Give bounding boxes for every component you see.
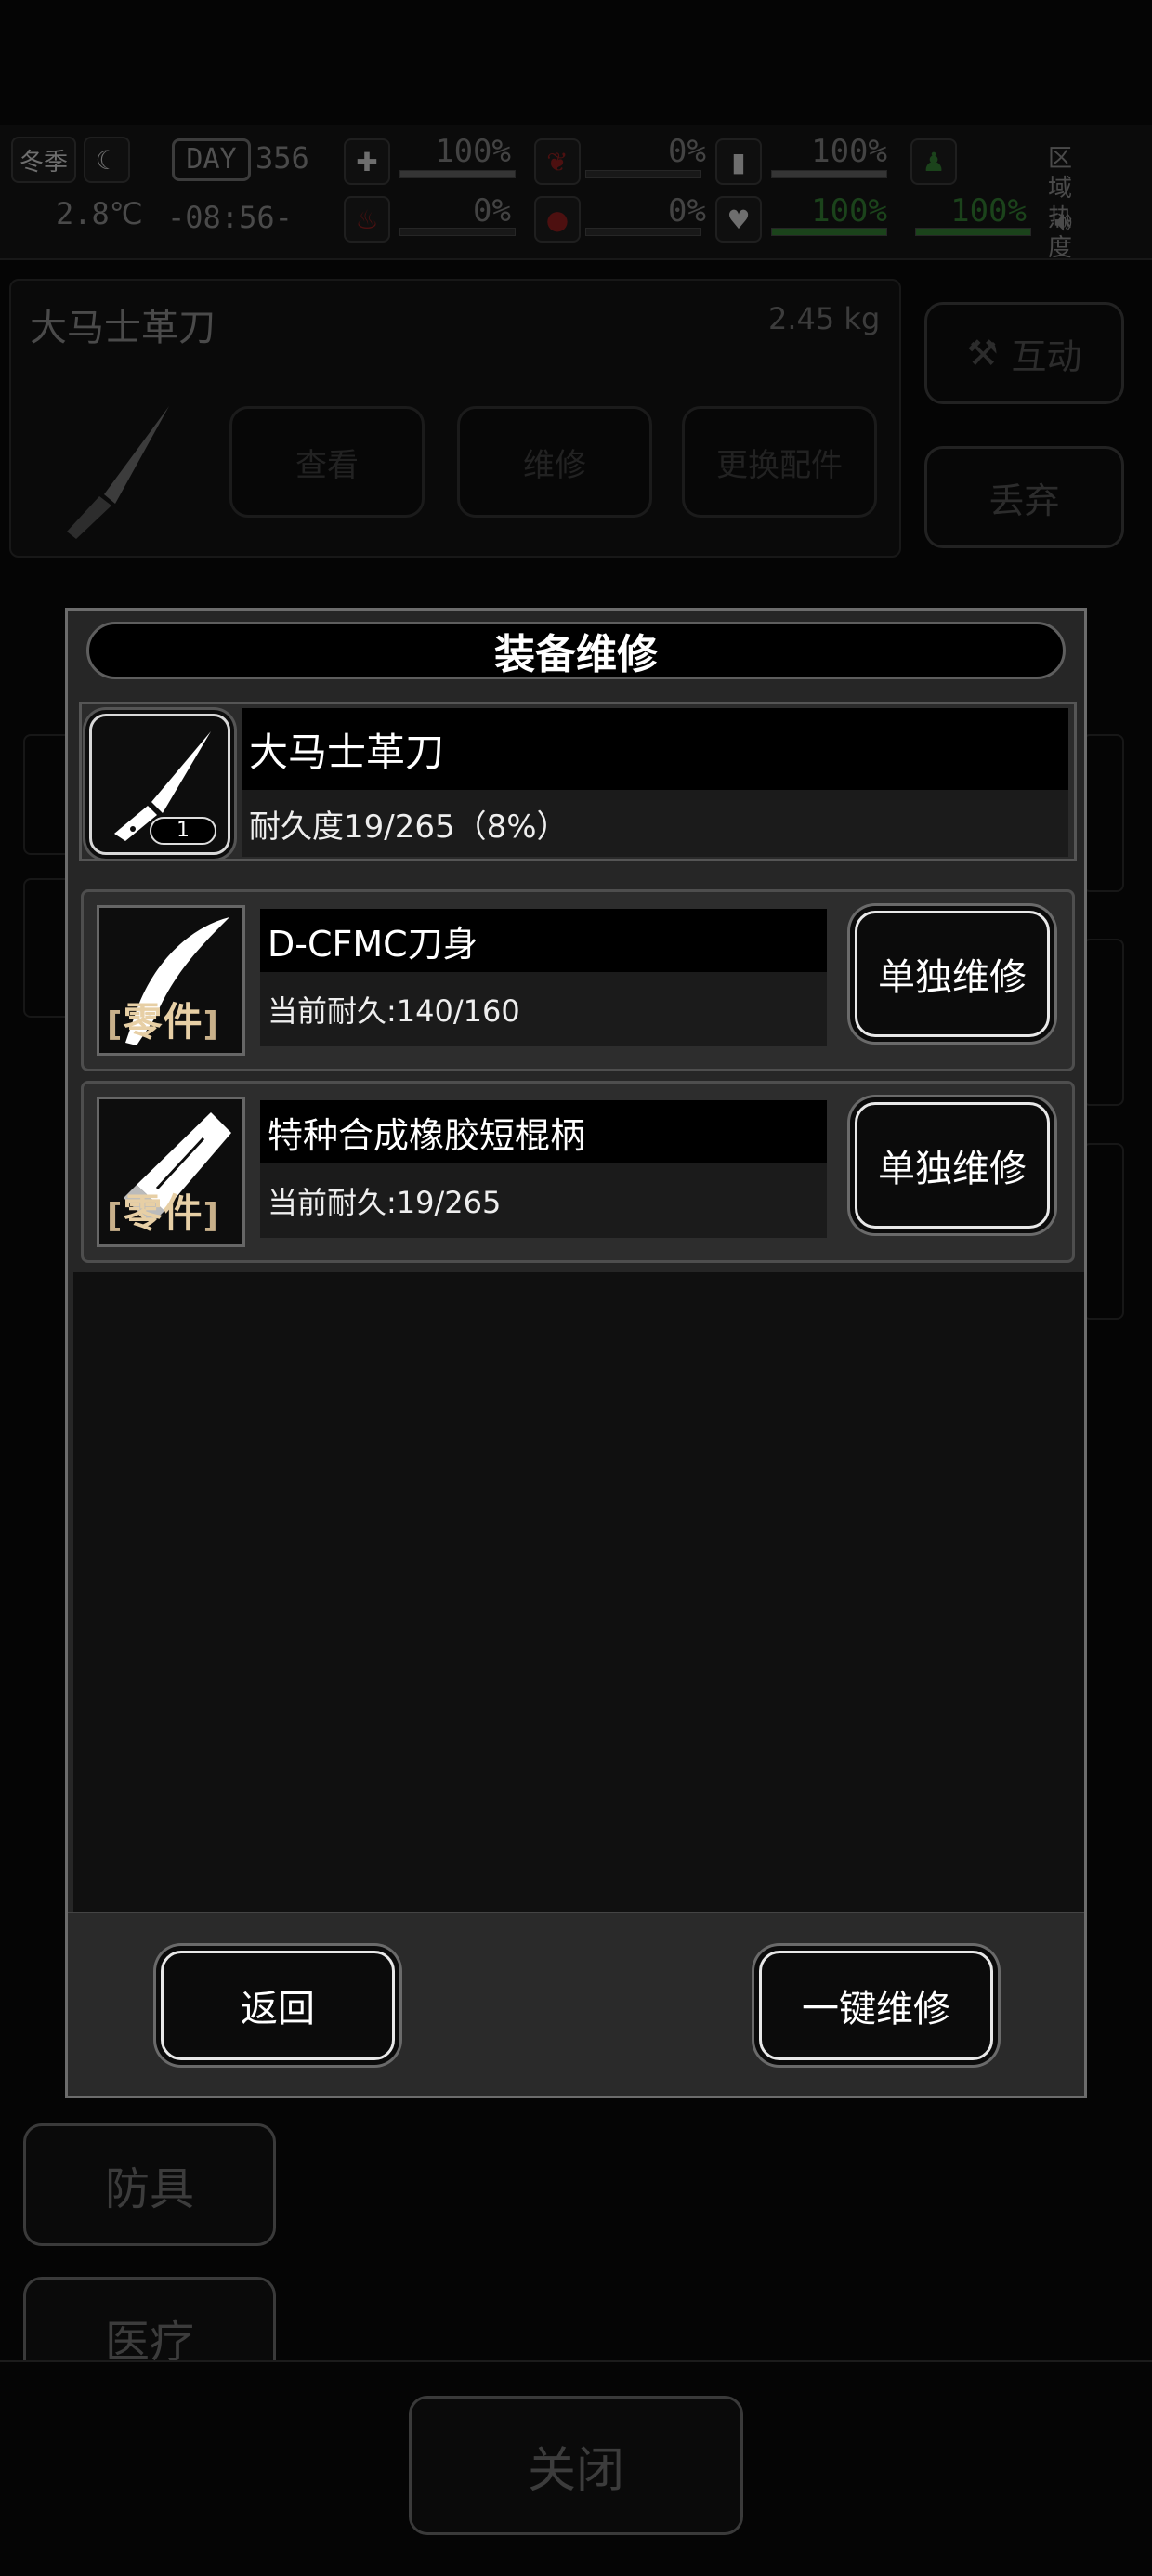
item-weight: 2.45 kg [768,301,881,336]
item-detail-panel: 大马士革刀 2.45 kg 查看 维修 更换配件 [9,279,901,558]
bleeding-percent: 0% [668,192,706,230]
equipment-name: 大马士革刀 [242,708,1068,790]
part-durability: 当前耐久:19/265 [260,1163,827,1238]
discard-button[interactable]: 丢弃 [924,446,1124,548]
equipment-thumb: 1 [89,714,230,855]
equipment-row: 1 大马士革刀 耐久度19/265（8%） [79,702,1077,861]
stomach-icon: ❦ [534,138,581,185]
energy-percent: 100% [950,192,1027,230]
day-label: DAY [172,138,251,181]
clock-readout: -08:56- [167,200,293,235]
medical-tab[interactable]: 医疗 [23,2277,276,2370]
part-row: [零件] 特种合成橡胶短棍柄 当前耐久:19/265 单独维修 [81,1081,1075,1263]
close-button[interactable]: 关闭 [409,2396,743,2535]
mood-bar [771,228,887,236]
status-hud: 冬季 ☾ 2.8℃ DAY 356 -08:56- ✚ 100% ❦ 0% ▮ … [0,125,1152,262]
hunger-percent: 0% [668,133,706,170]
side-slot-right-1[interactable] [1082,734,1124,892]
season-icon: 冬季 [11,137,76,183]
mood-percent: 100% [811,192,887,230]
axe-icon: ⚒ [966,333,999,374]
health-percent: 100% [435,133,511,170]
dialog-title-bar: 装备维修 [86,622,1066,679]
health-bar [399,170,516,178]
view-button[interactable]: 查看 [229,406,425,518]
part-name: D-CFMC刀身 [260,909,827,972]
stamina-bar [771,170,887,178]
parts-list-empty-area [73,1272,1084,1912]
hunger-bar [585,170,701,178]
heart-icon: ♥ [715,196,762,243]
side-slot-right-3[interactable] [1082,1143,1124,1320]
stamina-percent: 100% [811,133,887,170]
quantity-badge: 1 [150,817,216,845]
game-screen: 冬季 ☾ 2.8℃ DAY 356 -08:56- ✚ 100% ❦ 0% ▮ … [0,0,1152,2576]
energy-bar [915,228,1031,236]
repair-dialog: 装备维修 1 大马士革刀 耐久度19/265（8%） [零件] D-CFMC刀身… [65,608,1087,2098]
equipment-durability: 耐久度19/265（8%） [242,790,1068,857]
part-tag: [零件] [107,1190,219,1236]
armor-tab[interactable]: 防具 [23,2123,276,2246]
blood-drop-icon: ● [534,196,581,243]
repair-part-button[interactable]: 单独维修 [855,1102,1050,1229]
back-button[interactable]: 返回 [161,1951,395,2060]
day-number: 356 [255,140,309,176]
swap-parts-button[interactable]: 更换配件 [682,406,877,518]
infection-percent: 0% [473,192,511,230]
region-heat-label: 区域热度 [1048,145,1073,262]
part-tag: [零件] [107,999,219,1045]
bleeding-bar [585,228,701,236]
stamina-icon: ▮ [715,138,762,185]
infection-bar [399,228,516,236]
part-durability: 当前耐久:140/160 [260,972,827,1046]
lungs-icon: ♨ [344,196,390,243]
temperature-readout: 2.8℃ [56,196,143,231]
part-name: 特种合成橡胶短棍柄 [260,1100,827,1163]
repair-button[interactable]: 维修 [457,406,652,518]
part-thumb: [零件] [97,1097,245,1247]
body-icon: ♟ [910,138,957,185]
interact-button[interactable]: ⚒ 互动 [924,302,1124,404]
dialog-footer: 返回 一键维修 [68,1912,1084,2096]
medkit-icon: ✚ [344,138,390,185]
repair-all-button[interactable]: 一键维修 [759,1951,993,2060]
repair-part-button[interactable]: 单独维修 [855,911,1050,1037]
dialog-title: 装备维修 [494,631,658,678]
part-thumb: [零件] [97,905,245,1056]
speaker-icon: 🔊︎ [1054,205,1072,238]
knife-icon [48,392,197,541]
part-row: [零件] D-CFMC刀身 当前耐久:140/160 单独维修 [81,889,1075,1071]
moon-icon: ☾ [84,137,130,183]
item-name: 大马士革刀 [30,307,216,349]
side-slot-right-2[interactable] [1082,939,1124,1106]
